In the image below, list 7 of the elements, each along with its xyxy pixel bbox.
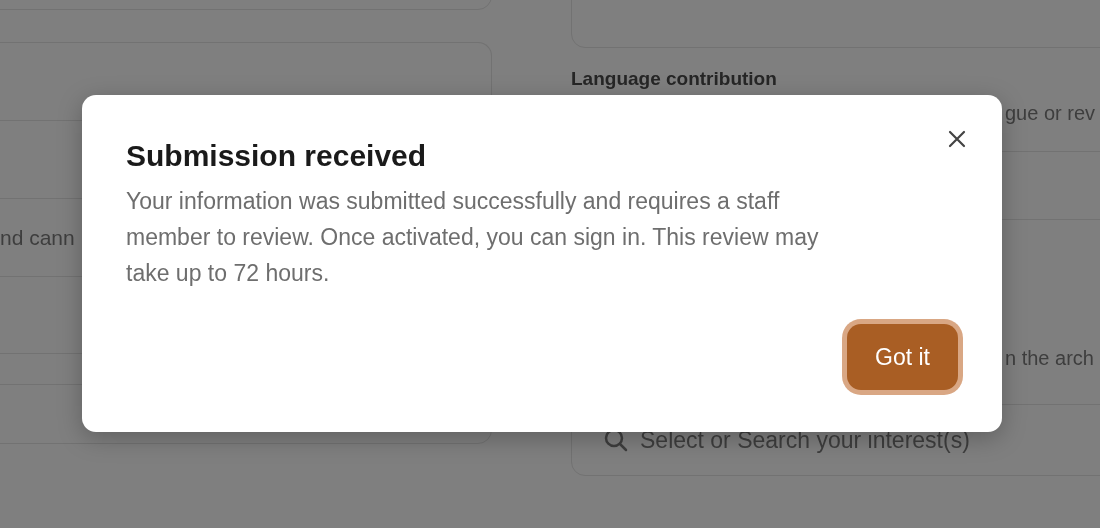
search-field[interactable]: Select or Search your interest(s) (571, 404, 1100, 476)
field-label: Language contribution (571, 68, 778, 90)
dialog-message: Your information was submitted successfully and requires a staff member to review. Once activated, you can sign in. This review may take up to 72 hours. (126, 187, 820, 288)
field-description: gue or rev (1005, 102, 1096, 125)
dialog-title: Submission received (126, 139, 428, 173)
field-description: n the arch (1005, 347, 1094, 370)
field-text: nd cann (0, 225, 75, 250)
